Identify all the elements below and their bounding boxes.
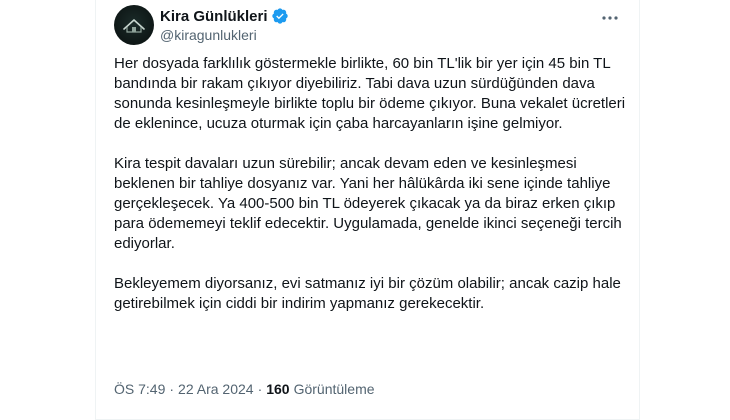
tweet-paragraph-2: Kira tespit davaları uzun sürebilir; anc… <box>114 155 622 252</box>
house-logo-icon <box>123 19 145 33</box>
avatar[interactable] <box>114 5 154 45</box>
tweet-meta: ÖS 7:49 · 22 Ara 2024 · 160 Görüntüleme <box>114 381 375 397</box>
author-handle[interactable]: @kiragunlukleri <box>160 27 289 43</box>
more-options-icon[interactable] <box>599 11 621 25</box>
views-count: 160 <box>266 381 290 397</box>
tweet-date[interactable]: 22 Ara 2024 <box>178 381 254 397</box>
meta-separator: · <box>169 381 175 397</box>
tweet-header: Kira Günlükleri @kiragunlukleri <box>114 5 629 49</box>
tweet-card: Kira Günlükleri @kiragunlukleri Her dosy… <box>95 0 640 420</box>
tweet-time[interactable]: ÖS 7:49 <box>114 381 165 397</box>
meta-separator: · <box>257 381 263 397</box>
tweet-paragraph-1: Her dosyada farklılık göstermekle birlik… <box>114 55 626 132</box>
tweet-text: Her dosyada farklılık göstermekle birlik… <box>114 54 629 314</box>
author-names: Kira Günlükleri @kiragunlukleri <box>160 6 289 43</box>
author-name[interactable]: Kira Günlükleri <box>160 8 268 25</box>
views-label: Görüntüleme <box>293 381 375 397</box>
verified-badge-icon <box>271 7 289 25</box>
tweet-paragraph-3: Bekleyemem diyorsanız, evi satmanız iyi … <box>114 275 621 312</box>
